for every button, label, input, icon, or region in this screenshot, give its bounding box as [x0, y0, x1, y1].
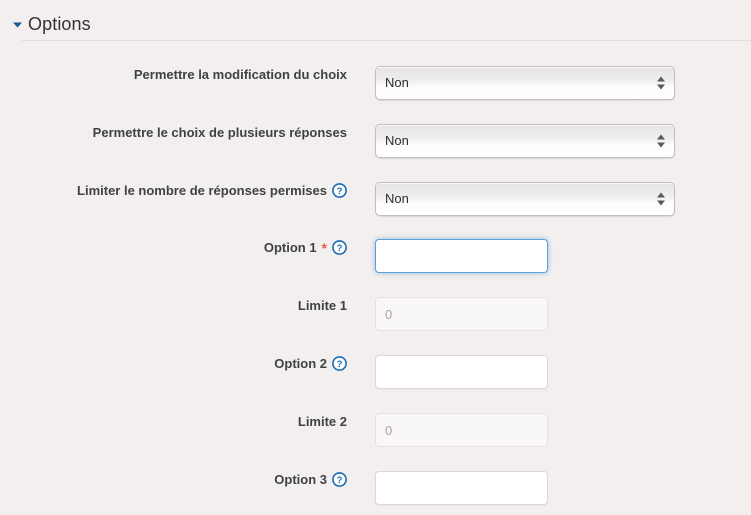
required-asterisk: *	[321, 239, 327, 256]
field-control: Non	[375, 182, 675, 216]
label-text: Permettre le choix de plusieurs réponses	[92, 125, 347, 140]
select-value: Non	[385, 133, 409, 148]
form-row: Option 3 ?	[0, 471, 751, 505]
field-control	[375, 471, 548, 505]
form-row: Limite 1	[0, 297, 751, 331]
form-row: Option 2 ?	[0, 355, 751, 389]
field-control	[375, 413, 548, 447]
form-row: Limite 2	[0, 413, 751, 447]
form-row: Permettre la modification du choix Non	[0, 66, 751, 100]
select-value: Non	[385, 191, 409, 206]
label-text: Option 3	[274, 472, 327, 487]
svg-text:?: ?	[337, 243, 343, 254]
options-form: Permettre la modification du choix Non P…	[0, 36, 751, 505]
svg-text:?: ?	[337, 186, 343, 197]
select-value: Non	[385, 75, 409, 90]
field-label-limit-number-of-answers: Limiter le nombre de réponses permises ?	[0, 182, 347, 199]
label-text: Limiter le nombre de réponses permises	[77, 183, 327, 198]
field-control	[375, 297, 548, 331]
form-row: Limiter le nombre de réponses permises ?…	[0, 182, 751, 216]
select-allow-multiple-answers[interactable]: Non	[375, 124, 675, 158]
input-limite-1[interactable]	[375, 297, 548, 331]
input-option-1[interactable]	[375, 239, 548, 273]
svg-text:?: ?	[337, 359, 343, 370]
stepper-arrows-icon	[657, 134, 665, 148]
stepper-arrows-icon	[657, 76, 665, 90]
field-label-option-2: Option 2 ?	[0, 355, 347, 372]
svg-text:?: ?	[337, 475, 343, 486]
stepper-arrows-icon	[657, 192, 665, 206]
form-row: Permettre le choix de plusieurs réponses…	[0, 124, 751, 158]
input-limite-2[interactable]	[375, 413, 548, 447]
input-option-2[interactable]	[375, 355, 548, 389]
label-text: Option 1	[263, 240, 317, 255]
triangle-down-icon[interactable]	[10, 17, 24, 31]
field-label-allow-choice-update: Permettre la modification du choix	[0, 66, 347, 83]
label-text: Option 2	[274, 356, 327, 371]
label-text: Limite 2	[297, 414, 347, 429]
header-divider	[22, 40, 751, 41]
help-circle-icon[interactable]: ?	[332, 472, 347, 487]
help-circle-icon[interactable]: ?	[332, 240, 347, 255]
field-control: Non	[375, 124, 675, 158]
field-label-limite-1: Limite 1	[0, 297, 347, 314]
label-text: Permettre la modification du choix	[133, 67, 347, 82]
select-limit-number-of-answers[interactable]: Non	[375, 182, 675, 216]
input-option-3[interactable]	[375, 471, 548, 505]
help-circle-icon[interactable]: ?	[332, 183, 347, 198]
help-circle-icon[interactable]: ?	[332, 356, 347, 371]
field-label-allow-multiple-answers: Permettre le choix de plusieurs réponses	[0, 124, 347, 141]
field-control	[375, 239, 548, 273]
field-label-option-3: Option 3 ?	[0, 471, 347, 488]
form-row: Option 1 * ?	[0, 239, 751, 273]
field-label-option-1: Option 1 * ?	[0, 239, 347, 256]
page-title: Options	[28, 14, 91, 34]
select-allow-choice-update[interactable]: Non	[375, 66, 675, 100]
field-control: Non	[375, 66, 675, 100]
label-text: Limite 1	[297, 298, 347, 313]
field-label-limite-2: Limite 2	[0, 413, 347, 430]
field-control	[375, 355, 548, 389]
options-section-header: Options	[0, 0, 751, 36]
